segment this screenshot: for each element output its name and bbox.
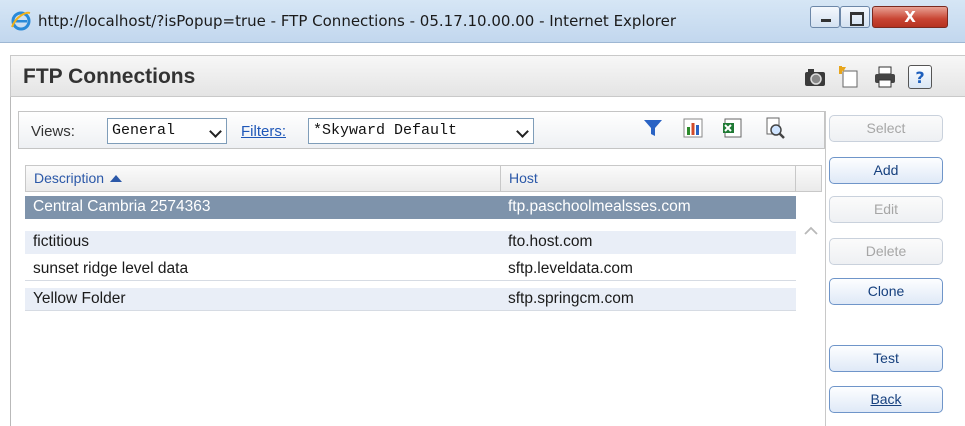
filters-link[interactable]: Filters: [241, 123, 286, 140]
views-label: Views: [31, 123, 75, 140]
cell-host: ftp.paschoolmealsses.com [508, 198, 691, 215]
edit-button[interactable]: Edit [829, 196, 943, 223]
window-title: http://localhost/?isPopup=true - FTP Con… [38, 12, 677, 30]
page-title: FTP Connections [23, 65, 196, 88]
views-select[interactable]: General [107, 118, 227, 144]
excel-export-icon[interactable] [721, 116, 745, 140]
internet-explorer-icon [11, 11, 31, 31]
cell-host: sftp.leveldata.com [508, 260, 633, 277]
new-window-icon[interactable] [836, 64, 862, 90]
column-header-label: Description [34, 170, 105, 186]
cell-description: sunset ridge level data [33, 260, 189, 277]
minimize-button[interactable] [810, 6, 840, 28]
add-button[interactable]: Add [829, 157, 943, 184]
cell-description: Yellow Folder [33, 290, 126, 307]
print-icon[interactable] [872, 64, 898, 90]
table-header: Description Host [25, 165, 822, 192]
delete-button[interactable]: Delete [829, 238, 943, 265]
filter-icon[interactable] [641, 116, 665, 140]
chart-icon[interactable] [681, 116, 705, 140]
views-select-value: General [112, 122, 176, 139]
page-header: FTP Connections ? [10, 55, 965, 97]
cell-description: fictitious [33, 233, 89, 250]
filters-select[interactable]: *Skyward Default [308, 118, 534, 144]
maximize-button[interactable] [840, 6, 870, 28]
table-row[interactable]: Central Cambria 2574363 ftp.paschoolmeal… [25, 196, 796, 219]
column-header-description[interactable]: Description [26, 166, 501, 191]
filters-select-value: *Skyward Default [313, 122, 458, 139]
table-row[interactable]: Yellow Folder sftp.springcm.com [25, 288, 796, 311]
help-button[interactable]: ? [908, 65, 932, 89]
sort-ascending-icon [110, 175, 123, 182]
cell-host: fto.host.com [508, 233, 593, 250]
connections-table: Description Host Central Cambria 2574363… [25, 165, 822, 325]
cell-host: sftp.springcm.com [508, 290, 634, 307]
table-row[interactable]: fictitious fto.host.com [25, 231, 796, 254]
camera-icon[interactable] [802, 64, 828, 90]
chevron-down-icon [209, 125, 222, 138]
test-button[interactable]: Test [829, 345, 943, 372]
window-title-bar: http://localhost/?isPopup=true - FTP Con… [0, 0, 965, 43]
chevron-down-icon [516, 125, 529, 138]
table-row[interactable]: sunset ridge level data sftp.leveldata.c… [25, 258, 796, 281]
close-icon: X [904, 8, 916, 26]
help-icon: ? [915, 68, 925, 87]
content-frame-border [10, 97, 11, 426]
select-button[interactable]: Select [829, 115, 943, 142]
column-header-label: Host [509, 170, 538, 186]
back-button[interactable]: Back [829, 386, 943, 413]
cell-description: Central Cambria 2574363 [33, 198, 211, 215]
scroll-up-icon[interactable] [804, 225, 818, 235]
list-toolbar: Views: General Filters: *Skyward Default [18, 111, 825, 149]
clone-button[interactable]: Clone [829, 278, 943, 305]
actions-divider [825, 111, 826, 426]
close-button[interactable]: X [872, 6, 948, 28]
print-preview-icon[interactable] [763, 116, 787, 140]
column-header-host[interactable]: Host [501, 166, 796, 191]
